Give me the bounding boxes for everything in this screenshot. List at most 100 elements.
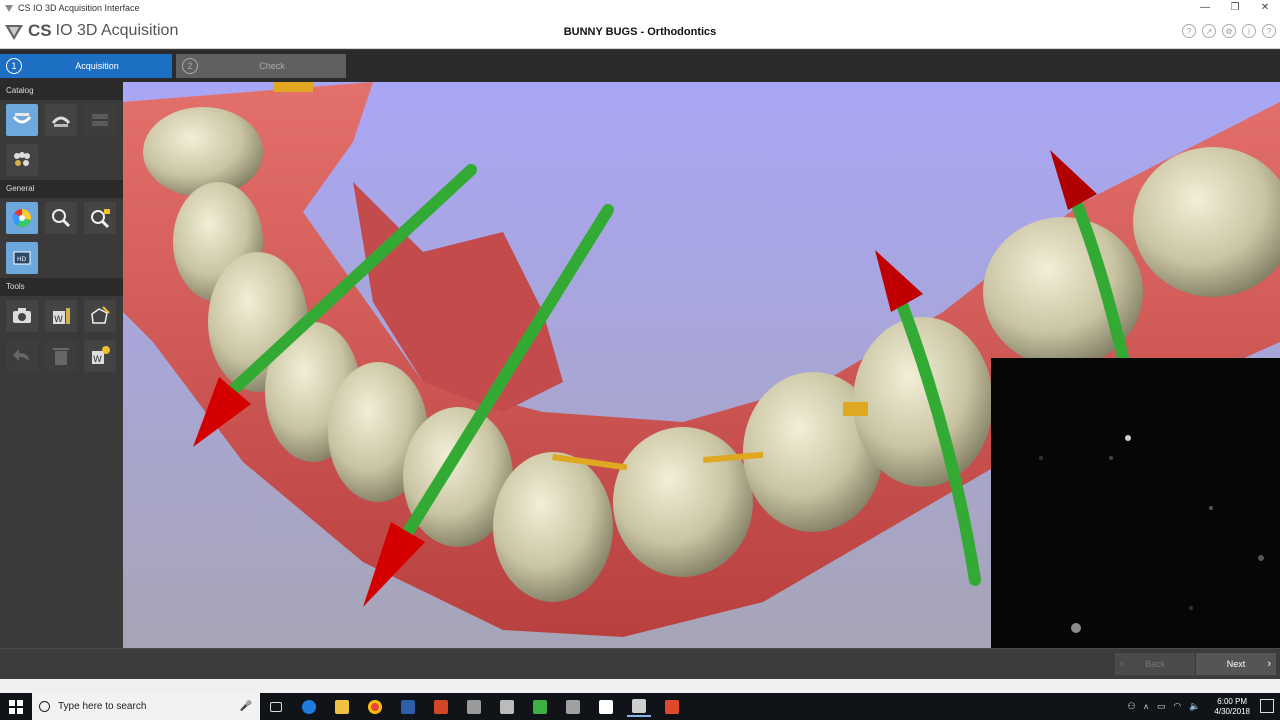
photos-icon[interactable] [594, 696, 618, 717]
status-line [0, 679, 1280, 694]
zoom-lock-button[interactable] [84, 202, 116, 234]
hd-monitor-icon: HD [13, 251, 31, 265]
microphone-icon[interactable]: 🎤 [240, 701, 252, 712]
trash-icon [53, 348, 69, 365]
svg-text:W: W [93, 355, 102, 365]
bite-button[interactable] [84, 104, 116, 136]
app-logo: CS IO 3D Acquisition [4, 21, 178, 41]
chevron-right-icon: › [1267, 658, 1271, 670]
tooth-marker-button[interactable]: W [45, 300, 77, 332]
teeth-chart-icon [14, 152, 30, 166]
chevron-left-icon: ‹ [1120, 658, 1124, 670]
next-button[interactable]: Next › [1196, 653, 1276, 675]
back-button[interactable]: ‹ Back [1115, 653, 1195, 675]
catalog-header: Catalog [0, 82, 123, 100]
undo-arrow-icon [13, 349, 29, 361]
question-icon[interactable]: ? [1262, 24, 1276, 38]
info-icon[interactable]: i [1242, 24, 1256, 38]
bite-icon [92, 114, 108, 126]
tool-sidebar: Catalog General HD Tools W W [0, 82, 123, 648]
pinned-apps [264, 696, 684, 717]
search-placeholder: Type here to search [58, 701, 147, 712]
cut-tool-button[interactable] [84, 300, 116, 332]
security-app-icon[interactable] [396, 696, 420, 717]
upper-jaw-button[interactable] [45, 104, 77, 136]
svg-text:W: W [54, 315, 63, 325]
cs-app-icon-1[interactable] [462, 696, 486, 717]
camera-icon [13, 308, 31, 323]
tools-header: Tools [0, 278, 123, 296]
taskbar-clock[interactable]: 6:00 PM 4/30/2018 [1214, 697, 1250, 717]
color-mode-button[interactable] [6, 202, 38, 234]
cs-app-icon-2[interactable] [495, 696, 519, 717]
header-icons: ? ↗ ⚙ i ? [1182, 24, 1276, 38]
help-icon[interactable]: ? [1182, 24, 1196, 38]
minimize-button[interactable]: — [1190, 0, 1220, 16]
back-label: Back [1144, 659, 1165, 669]
polygon-cut-icon [91, 306, 110, 324]
logo-icon [5, 25, 23, 40]
window-title-bar: CS IO 3D Acquisition Interface — ❐ ✕ [0, 0, 1280, 16]
close-button[interactable]: ✕ [1250, 0, 1280, 16]
tray-chevron-up-icon[interactable]: ˄ [1144, 702, 1149, 712]
maximize-button[interactable]: ❐ [1220, 0, 1250, 16]
magnifier-icon [52, 209, 71, 228]
windows-logo-icon [9, 699, 23, 714]
lower-jaw-icon [12, 113, 32, 124]
color-wheel-icon [12, 208, 32, 228]
step-label: Acquisition [75, 61, 119, 71]
export-icon[interactable]: ↗ [1202, 24, 1216, 38]
cs-app-icon-3[interactable] [561, 696, 585, 717]
patient-title: BUNNY BUGS - Orthodontics [563, 26, 717, 38]
upper-jaw-icon [51, 116, 71, 127]
window-title: CS IO 3D Acquisition Interface [18, 3, 140, 13]
edge-browser-icon[interactable] [297, 696, 321, 717]
settings-icon[interactable]: ⚙ [1222, 24, 1236, 38]
recorder-icon[interactable] [660, 696, 684, 717]
step-number: 1 [6, 58, 22, 74]
3d-scan-viewport[interactable] [123, 82, 1280, 648]
app-header: CS IO 3D Acquisition BUNNY BUGS - Orthod… [0, 16, 1280, 49]
bottom-nav-bar: ‹ Back Next › [0, 648, 1280, 694]
battery-icon[interactable]: ▭ [1157, 701, 1166, 712]
dental-chart-button[interactable] [6, 144, 38, 176]
task-view-icon[interactable] [264, 696, 288, 717]
step-number: 2 [182, 58, 198, 74]
chrome-icon[interactable] [363, 696, 387, 717]
network-icon[interactable]: ◠ [1173, 701, 1181, 712]
camtasia-icon[interactable] [528, 696, 552, 717]
notification-center-icon[interactable] [1260, 699, 1274, 713]
volume-icon[interactable]: 🔈 [1189, 701, 1200, 712]
step-acquisition[interactable]: 1 Acquisition [0, 54, 172, 78]
powerpoint-icon[interactable] [429, 696, 453, 717]
tooth-marker-icon: W [53, 308, 70, 325]
tooth-timer-button[interactable]: W [84, 340, 116, 372]
workflow-steps: 1 Acquisition 2 Check [0, 50, 1280, 82]
undo-button[interactable] [6, 340, 38, 372]
delete-button[interactable] [45, 340, 77, 372]
svg-text:HD: HD [17, 256, 27, 263]
general-header: General [0, 180, 123, 198]
people-icon[interactable]: ⚇ [1127, 701, 1135, 712]
search-icon [39, 701, 50, 712]
logo-product: IO 3D Acquisition [55, 22, 179, 39]
start-button[interactable] [0, 693, 32, 720]
next-label: Next [1226, 659, 1246, 669]
snapshot-button[interactable] [6, 300, 38, 332]
cs-acquisition-taskbar-icon[interactable] [627, 696, 651, 717]
taskbar-search[interactable]: Type here to search 🎤 [32, 693, 260, 720]
hd-preview-button[interactable]: HD [6, 242, 38, 274]
lower-jaw-button[interactable] [6, 104, 38, 136]
tooth-timer-icon: W [92, 346, 110, 365]
camera-feed [1039, 435, 1264, 633]
system-tray: ⚇ ˄ ▭ ◠ 🔈 6:00 PM 4/30/2018 [1127, 693, 1250, 720]
app-icon [5, 5, 13, 12]
logo-cs: CS [28, 21, 52, 40]
os-taskbar: Type here to search 🎤 ⚇ ˄ ▭ ◠ 🔈 6:00 PM … [0, 693, 1280, 720]
magnifier-lock-icon [91, 209, 110, 229]
step-check[interactable]: 2 Check [176, 54, 346, 78]
file-explorer-icon[interactable] [330, 696, 354, 717]
zoom-button[interactable] [45, 202, 77, 234]
live-camera-preview [991, 358, 1280, 648]
step-label: Check [259, 61, 285, 71]
